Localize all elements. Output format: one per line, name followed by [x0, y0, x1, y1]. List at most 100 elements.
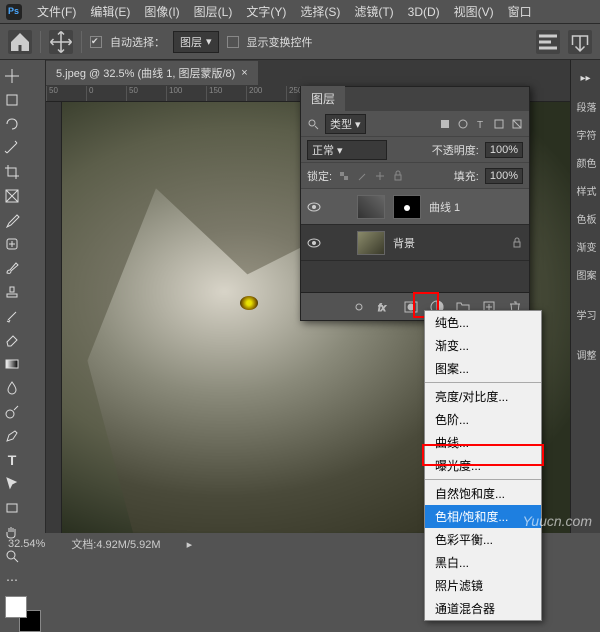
edit-toolbar-icon[interactable]: ⋯	[1, 569, 23, 591]
filter-shape-icon[interactable]	[493, 118, 505, 130]
layer-filter-row: 类型 ▾ T	[301, 111, 529, 137]
filter-pixel-icon[interactable]	[439, 118, 451, 130]
zoom-level[interactable]: 32.54%	[8, 538, 45, 550]
dock-swatches[interactable]: 色板	[573, 206, 599, 230]
menu-channel-mixer[interactable]: 通道混合器	[425, 597, 541, 620]
pen-tool-icon[interactable]	[1, 425, 23, 447]
dock-adjustments[interactable]: 调整	[573, 342, 599, 366]
layer-name[interactable]: 背景	[393, 235, 415, 251]
crop-tool-icon[interactable]	[1, 161, 23, 183]
divider	[81, 31, 82, 53]
document-tab[interactable]: 5.jpeg @ 32.5% (曲线 1, 图层蒙版/8) ×	[46, 61, 258, 85]
eraser-tool-icon[interactable]	[1, 329, 23, 351]
menu-vibrance[interactable]: 自然饱和度...	[425, 482, 541, 505]
color-swatches[interactable]	[5, 596, 41, 632]
dock-gradients[interactable]: 渐变	[573, 234, 599, 258]
menu-curves[interactable]: 曲线...	[425, 431, 541, 454]
lasso-tool-icon[interactable]	[1, 113, 23, 135]
auto-select-label: 自动选择：	[110, 34, 165, 50]
dock-color[interactable]: 颜色	[573, 150, 599, 174]
menu-edit[interactable]: 编辑(E)	[83, 3, 137, 20]
divider	[40, 31, 41, 53]
close-tab-icon[interactable]: ×	[241, 67, 247, 79]
layers-tab[interactable]: 图层	[301, 86, 345, 111]
lock-all-icon[interactable]	[392, 170, 404, 182]
rectangle-tool-icon[interactable]	[1, 497, 23, 519]
auto-select-target[interactable]: 图层▾	[173, 31, 219, 53]
menu-layer[interactable]: 图层(L)	[187, 3, 240, 20]
right-dock: ▸▸ 段落 字符 颜色 样式 色板 渐变 图案 学习 调整	[570, 60, 600, 533]
menu-levels[interactable]: 色阶...	[425, 408, 541, 431]
menu-gradient[interactable]: 渐变...	[425, 334, 541, 357]
search-icon[interactable]	[307, 118, 319, 130]
filter-adjust-icon[interactable]	[457, 118, 469, 130]
menu-3d[interactable]: 3D(D)	[401, 5, 447, 19]
menu-exposure[interactable]: 曝光度...	[425, 454, 541, 477]
align-icon[interactable]	[536, 30, 560, 54]
ruler-vertical	[46, 102, 62, 533]
menu-type[interactable]: 文字(Y)	[239, 3, 293, 20]
menu-window[interactable]: 窗口	[501, 3, 539, 20]
fill-label: 填充:	[454, 168, 479, 184]
dodge-tool-icon[interactable]	[1, 401, 23, 423]
filter-smart-icon[interactable]	[511, 118, 523, 130]
layer-item-curves[interactable]: 曲线 1	[301, 189, 529, 225]
lock-pos-icon[interactable]	[374, 170, 386, 182]
dock-expand-icon[interactable]: ▸▸	[573, 66, 599, 90]
menu-photo-filter[interactable]: 照片滤镜	[425, 574, 541, 597]
menu-select[interactable]: 选择(S)	[293, 3, 347, 20]
menu-image[interactable]: 图像(I)	[137, 3, 186, 20]
menu-black-white[interactable]: 黑白...	[425, 551, 541, 574]
eyedropper-tool-icon[interactable]	[1, 209, 23, 231]
filter-type-icon[interactable]: T	[475, 118, 487, 130]
status-arrow-icon[interactable]: ▸	[187, 538, 193, 551]
dock-paragraph[interactable]: 段落	[573, 94, 599, 118]
visibility-eye-icon[interactable]	[307, 200, 321, 214]
blend-mode-dropdown[interactable]: 正常 ▾	[307, 140, 387, 160]
show-transform-checkbox[interactable]	[227, 36, 239, 48]
dock-patterns[interactable]: 图案	[573, 262, 599, 286]
fx-icon[interactable]: fx	[377, 299, 393, 315]
menu-bar: 文件(F) 编辑(E) 图像(I) 图层(L) 文字(Y) 选择(S) 滤镜(T…	[0, 0, 600, 24]
stamp-tool-icon[interactable]	[1, 281, 23, 303]
artboard-tool-icon[interactable]	[1, 89, 23, 111]
auto-select-checkbox[interactable]	[90, 36, 102, 48]
dock-character[interactable]: 字符	[573, 122, 599, 146]
menu-solid-color[interactable]: 纯色...	[425, 311, 541, 334]
foreground-color-swatch[interactable]	[5, 596, 27, 618]
fill-value[interactable]: 100%	[485, 168, 523, 184]
opacity-value[interactable]: 100%	[485, 142, 523, 158]
layer-name[interactable]: 曲线 1	[429, 199, 460, 215]
wand-tool-icon[interactable]	[1, 137, 23, 159]
move-tool-icon[interactable]	[1, 65, 23, 87]
move-tool-icon[interactable]	[49, 30, 73, 54]
dock-styles[interactable]: 样式	[573, 178, 599, 202]
brush-tool-icon[interactable]	[1, 257, 23, 279]
lock-trans-icon[interactable]	[338, 170, 350, 182]
document-tab-title: 5.jpeg @ 32.5% (曲线 1, 图层蒙版/8)	[56, 65, 235, 81]
lock-paint-icon[interactable]	[356, 170, 368, 182]
blur-tool-icon[interactable]	[1, 377, 23, 399]
type-tool-icon[interactable]: T	[1, 449, 23, 471]
home-icon[interactable]	[8, 30, 32, 54]
layer-item-background[interactable]: 背景	[301, 225, 529, 261]
menu-filter[interactable]: 滤镜(T)	[347, 3, 400, 20]
document-tabs: 5.jpeg @ 32.5% (曲线 1, 图层蒙版/8) ×	[46, 60, 570, 86]
gradient-tool-icon[interactable]	[1, 353, 23, 375]
menu-file[interactable]: 文件(F)	[30, 3, 83, 20]
menu-pattern[interactable]: 图案...	[425, 357, 541, 380]
menu-brightness[interactable]: 亮度/对比度...	[425, 385, 541, 408]
history-brush-icon[interactable]	[1, 305, 23, 327]
dock-learn[interactable]: 学习	[573, 302, 599, 326]
visibility-eye-icon[interactable]	[307, 236, 321, 250]
link-layers-icon[interactable]	[351, 299, 367, 315]
mask-icon[interactable]	[403, 299, 419, 315]
frame-tool-icon[interactable]	[1, 185, 23, 207]
menu-view[interactable]: 视图(V)	[447, 3, 501, 20]
image-detail	[240, 296, 258, 310]
heal-tool-icon[interactable]	[1, 233, 23, 255]
filter-type-dropdown[interactable]: 类型 ▾	[325, 114, 366, 134]
menu-color-balance[interactable]: 色彩平衡...	[425, 528, 541, 551]
share-icon[interactable]	[568, 30, 592, 54]
path-select-icon[interactable]	[1, 473, 23, 495]
